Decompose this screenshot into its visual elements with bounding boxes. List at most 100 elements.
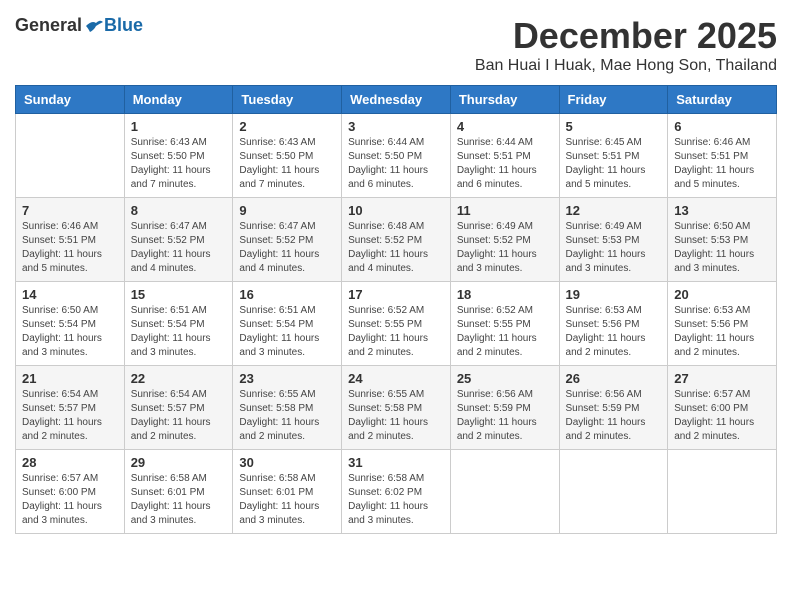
calendar-cell: 27 Sunrise: 6:57 AM Sunset: 6:00 PM Dayli… xyxy=(668,366,777,450)
day-number: 26 xyxy=(566,371,662,386)
day-number: 1 xyxy=(131,119,227,134)
day-number: 16 xyxy=(239,287,335,302)
header-day-thursday: Thursday xyxy=(450,86,559,114)
calendar-cell xyxy=(450,450,559,534)
day-number: 10 xyxy=(348,203,444,218)
calendar-cell: 6 Sunrise: 6:46 AM Sunset: 5:51 PM Daylig… xyxy=(668,114,777,198)
day-number: 29 xyxy=(131,455,227,470)
day-number: 5 xyxy=(566,119,662,134)
day-info: Sunrise: 6:51 AM Sunset: 5:54 PM Dayligh… xyxy=(239,304,335,360)
calendar-cell: 15Sunrise: 6:51 AM Sunset: 5:54 PM Dayli… xyxy=(124,282,233,366)
header-day-sunday: Sunday xyxy=(16,86,125,114)
day-info: Sunrise: 6:44 AM Sunset: 5:51 PM Dayligh… xyxy=(457,136,553,192)
calendar-cell: 19 Sunrise: 6:53 AM Sunset: 5:56 PM Dayli… xyxy=(559,282,668,366)
calendar-cell: 22 Sunrise: 6:54 AM Sunset: 5:57 PM Dayli… xyxy=(124,366,233,450)
header-day-saturday: Saturday xyxy=(668,86,777,114)
day-info: Sunrise: 6:53 AM Sunset: 5:56 PM Dayligh… xyxy=(674,304,770,360)
location-text: Ban Huai I Huak, Mae Hong Son, Thailand xyxy=(475,57,777,75)
header-day-wednesday: Wednesday xyxy=(342,86,451,114)
day-number: 28 xyxy=(22,455,118,470)
day-number: 15 xyxy=(131,287,227,302)
day-info: Sunrise: 6:47 AM Sunset: 5:52 PM Dayligh… xyxy=(239,220,335,276)
day-info: Sunrise: 6:58 AM Sunset: 6:02 PM Dayligh… xyxy=(348,472,444,528)
calendar-cell: 13Sunrise: 6:50 AM Sunset: 5:53 PM Dayli… xyxy=(668,198,777,282)
week-row-4: 21Sunrise: 6:54 AM Sunset: 5:57 PM Dayli… xyxy=(16,366,777,450)
day-info: Sunrise: 6:55 AM Sunset: 5:58 PM Dayligh… xyxy=(348,388,444,444)
calendar-cell: 29 Sunrise: 6:58 AM Sunset: 6:01 PM Dayli… xyxy=(124,450,233,534)
day-number: 25 xyxy=(457,371,553,386)
page-header: General Blue December 2025 Ban Huai I Hu… xyxy=(15,15,777,75)
day-info: Sunrise: 6:52 AM Sunset: 5:55 PM Dayligh… xyxy=(457,304,553,360)
day-number: 22 xyxy=(131,371,227,386)
calendar-cell: 2 Sunrise: 6:43 AM Sunset: 5:50 PM Daylig… xyxy=(233,114,342,198)
day-number: 24 xyxy=(348,371,444,386)
calendar-cell: 20Sunrise: 6:53 AM Sunset: 5:56 PM Dayli… xyxy=(668,282,777,366)
day-info: Sunrise: 6:45 AM Sunset: 5:51 PM Dayligh… xyxy=(566,136,662,192)
calendar-cell: 26 Sunrise: 6:56 AM Sunset: 5:59 PM Dayli… xyxy=(559,366,668,450)
day-number: 30 xyxy=(239,455,335,470)
calendar-cell: 25 Sunrise: 6:56 AM Sunset: 5:59 PM Dayli… xyxy=(450,366,559,450)
day-number: 31 xyxy=(348,455,444,470)
day-info: Sunrise: 6:50 AM Sunset: 5:53 PM Dayligh… xyxy=(674,220,770,276)
calendar-cell: 7Sunrise: 6:46 AM Sunset: 5:51 PM Daylig… xyxy=(16,198,125,282)
day-number: 18 xyxy=(457,287,553,302)
day-info: Sunrise: 6:43 AM Sunset: 5:50 PM Dayligh… xyxy=(131,136,227,192)
calendar-cell: 23 Sunrise: 6:55 AM Sunset: 5:58 PM Dayli… xyxy=(233,366,342,450)
day-info: Sunrise: 6:53 AM Sunset: 5:56 PM Dayligh… xyxy=(566,304,662,360)
day-info: Sunrise: 6:46 AM Sunset: 5:51 PM Dayligh… xyxy=(22,220,118,276)
day-info: Sunrise: 6:50 AM Sunset: 5:54 PM Dayligh… xyxy=(22,304,118,360)
calendar-cell: 9 Sunrise: 6:47 AM Sunset: 5:52 PM Daylig… xyxy=(233,198,342,282)
calendar-cell: 24 Sunrise: 6:55 AM Sunset: 5:58 PM Dayli… xyxy=(342,366,451,450)
day-info: Sunrise: 6:49 AM Sunset: 5:53 PM Dayligh… xyxy=(566,220,662,276)
day-info: Sunrise: 6:56 AM Sunset: 5:59 PM Dayligh… xyxy=(566,388,662,444)
calendar-cell: 31 Sunrise: 6:58 AM Sunset: 6:02 PM Dayli… xyxy=(342,450,451,534)
day-number: 23 xyxy=(239,371,335,386)
day-info: Sunrise: 6:55 AM Sunset: 5:58 PM Dayligh… xyxy=(239,388,335,444)
day-number: 6 xyxy=(674,119,770,134)
day-number: 9 xyxy=(239,203,335,218)
calendar-cell: 11Sunrise: 6:49 AM Sunset: 5:52 PM Dayli… xyxy=(450,198,559,282)
day-number: 3 xyxy=(348,119,444,134)
calendar-cell: 8 Sunrise: 6:47 AM Sunset: 5:52 PM Daylig… xyxy=(124,198,233,282)
calendar-cell: 10Sunrise: 6:48 AM Sunset: 5:52 PM Dayli… xyxy=(342,198,451,282)
day-number: 11 xyxy=(457,203,553,218)
calendar-cell: 21Sunrise: 6:54 AM Sunset: 5:57 PM Dayli… xyxy=(16,366,125,450)
day-number: 17 xyxy=(348,287,444,302)
logo-bird-icon xyxy=(84,18,104,34)
calendar-cell xyxy=(16,114,125,198)
calendar-cell: 18 Sunrise: 6:52 AM Sunset: 5:55 PM Dayli… xyxy=(450,282,559,366)
day-info: Sunrise: 6:43 AM Sunset: 5:50 PM Dayligh… xyxy=(239,136,335,192)
logo-general-text: General xyxy=(15,15,82,36)
calendar-header: SundayMondayTuesdayWednesdayThursdayFrid… xyxy=(16,86,777,114)
day-number: 12 xyxy=(566,203,662,218)
day-number: 4 xyxy=(457,119,553,134)
day-info: Sunrise: 6:58 AM Sunset: 6:01 PM Dayligh… xyxy=(239,472,335,528)
day-info: Sunrise: 6:46 AM Sunset: 5:51 PM Dayligh… xyxy=(674,136,770,192)
day-info: Sunrise: 6:56 AM Sunset: 5:59 PM Dayligh… xyxy=(457,388,553,444)
header-day-friday: Friday xyxy=(559,86,668,114)
calendar-cell xyxy=(668,450,777,534)
day-number: 19 xyxy=(566,287,662,302)
calendar-cell: 16 Sunrise: 6:51 AM Sunset: 5:54 PM Dayli… xyxy=(233,282,342,366)
calendar-cell: 1 Sunrise: 6:43 AM Sunset: 5:50 PM Daylig… xyxy=(124,114,233,198)
calendar-cell: 14Sunrise: 6:50 AM Sunset: 5:54 PM Dayli… xyxy=(16,282,125,366)
day-info: Sunrise: 6:58 AM Sunset: 6:01 PM Dayligh… xyxy=(131,472,227,528)
day-number: 27 xyxy=(674,371,770,386)
calendar-cell: 30 Sunrise: 6:58 AM Sunset: 6:01 PM Dayli… xyxy=(233,450,342,534)
day-info: Sunrise: 6:54 AM Sunset: 5:57 PM Dayligh… xyxy=(22,388,118,444)
calendar-table: SundayMondayTuesdayWednesdayThursdayFrid… xyxy=(15,85,777,534)
calendar-body: 1 Sunrise: 6:43 AM Sunset: 5:50 PM Daylig… xyxy=(16,114,777,534)
month-title: December 2025 xyxy=(475,15,777,57)
calendar-cell: 28Sunrise: 6:57 AM Sunset: 6:00 PM Dayli… xyxy=(16,450,125,534)
day-info: Sunrise: 6:47 AM Sunset: 5:52 PM Dayligh… xyxy=(131,220,227,276)
day-info: Sunrise: 6:44 AM Sunset: 5:50 PM Dayligh… xyxy=(348,136,444,192)
header-day-tuesday: Tuesday xyxy=(233,86,342,114)
day-info: Sunrise: 6:54 AM Sunset: 5:57 PM Dayligh… xyxy=(131,388,227,444)
day-number: 8 xyxy=(131,203,227,218)
title-section: December 2025 Ban Huai I Huak, Mae Hong … xyxy=(475,15,777,75)
day-info: Sunrise: 6:57 AM Sunset: 6:00 PM Dayligh… xyxy=(674,388,770,444)
day-info: Sunrise: 6:52 AM Sunset: 5:55 PM Dayligh… xyxy=(348,304,444,360)
calendar-cell xyxy=(559,450,668,534)
week-row-2: 7Sunrise: 6:46 AM Sunset: 5:51 PM Daylig… xyxy=(16,198,777,282)
day-number: 2 xyxy=(239,119,335,134)
